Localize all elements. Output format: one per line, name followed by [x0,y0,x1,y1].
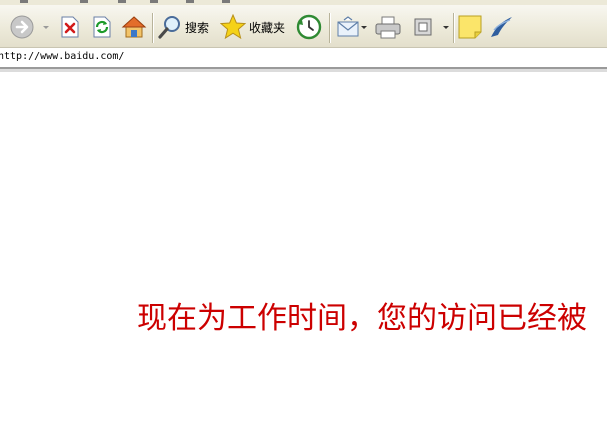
home-icon [121,15,147,39]
history-button[interactable] [296,10,322,44]
stop-icon [60,16,80,38]
chevron-down-icon [361,25,367,29]
mail-dropdown[interactable] [361,10,367,44]
chevron-down-icon [443,25,449,29]
forward-arrow-icon [10,15,34,39]
chevron-down-icon [43,25,49,29]
address-url[interactable]: http://www.baidu.com/ [0,51,124,62]
search-magnifier-icon [158,15,182,39]
search-label: 搜索 [185,20,210,35]
edit-icon [414,17,434,37]
home-button[interactable] [121,10,147,44]
blocked-access-message: 现在为工作时间，您的访问已经被 [137,301,587,336]
search-button[interactable]: 搜索 [158,10,209,44]
toolbar-separator [329,13,330,43]
toolbar-separator [453,13,454,43]
stop-button[interactable] [60,10,80,44]
edit-button[interactable] [414,10,434,44]
favorites-star-icon [220,14,246,40]
mail-icon [336,16,362,38]
history-icon [296,14,322,40]
print-button[interactable] [374,10,402,44]
refresh-icon [92,16,112,38]
forward-dropdown[interactable] [43,10,49,44]
note-icon [458,15,482,39]
address-bar[interactable]: http://www.baidu.com/ [0,48,607,69]
print-icon [374,15,402,39]
forward-button[interactable] [10,10,34,44]
toolbar-separator [152,13,153,43]
refresh-button[interactable] [92,10,112,44]
note-button[interactable] [458,10,482,44]
edit-dropdown[interactable] [443,10,449,44]
page-content: 现在为工作时间，您的访问已经被 [0,72,607,426]
messenger-button[interactable] [488,10,514,44]
mail-button[interactable] [336,10,362,44]
favorites-button[interactable]: 收藏夹 [220,10,285,44]
favorites-label: 收藏夹 [249,20,286,35]
standard-toolbar: 搜索 收藏夹 [0,5,607,48]
browser-window: 搜索 收藏夹 http://www.baidu.com/ 现在为工作时间，您的访… [0,0,607,426]
messenger-icon [488,15,514,39]
